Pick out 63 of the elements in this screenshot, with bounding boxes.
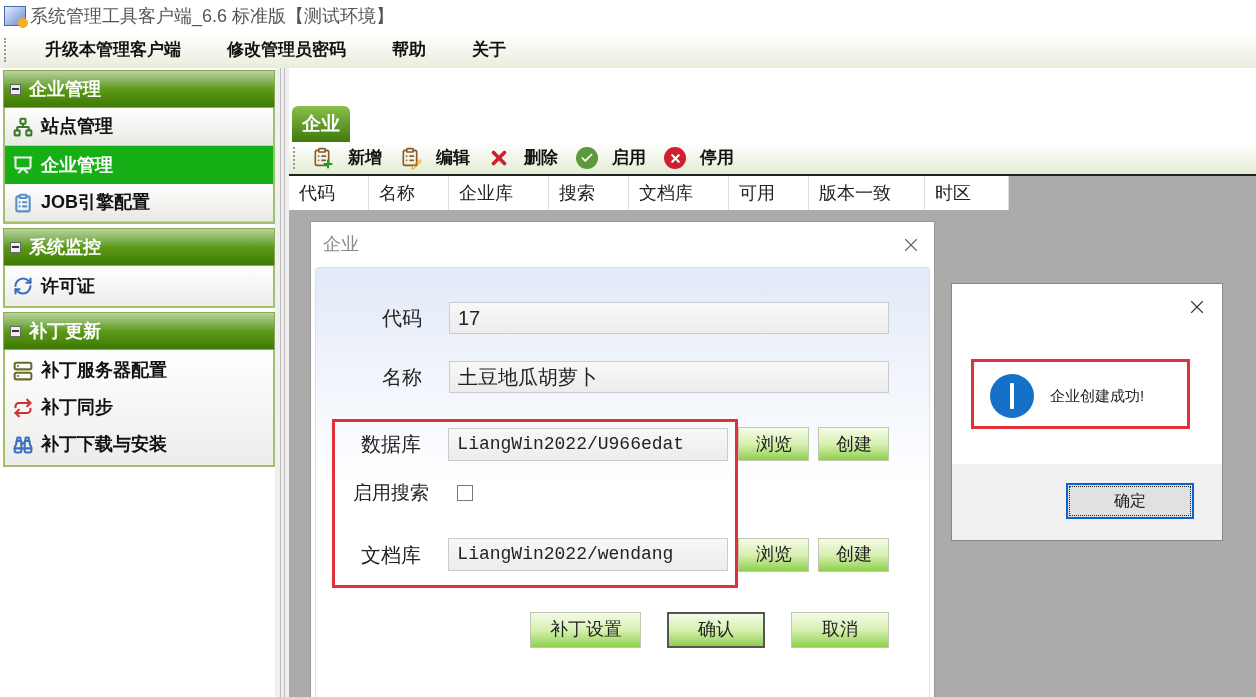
- column-header[interactable]: 可用: [729, 176, 809, 210]
- clipboard-edit-icon: [400, 146, 422, 170]
- field-label: 数据库: [360, 432, 423, 457]
- menu-item[interactable]: 帮助: [392, 37, 426, 63]
- checkbox[interactable]: [457, 485, 473, 502]
- sidebar-item[interactable]: 补丁同步: [5, 389, 273, 426]
- ok-button[interactable]: 确定: [1066, 483, 1194, 519]
- collapse-icon: [10, 83, 21, 95]
- toolbar-button[interactable]: 启用: [612, 145, 646, 171]
- clipboard-add-icon: [312, 146, 334, 170]
- field-label: 名称: [381, 365, 423, 390]
- field-button[interactable]: 创建: [818, 537, 889, 572]
- stop-icon: [664, 147, 686, 169]
- column-header[interactable]: 时区: [925, 176, 1009, 210]
- group-title: 企业管理: [29, 77, 101, 101]
- input-field[interactable]: 土豆地瓜胡萝卜: [449, 361, 889, 393]
- message-text: 企业创建成功!: [1050, 385, 1145, 406]
- refresh-icon: [13, 276, 33, 296]
- menu-item[interactable]: 升级本管理客户端: [45, 37, 181, 63]
- column-header[interactable]: 代码: [289, 176, 369, 210]
- column-header[interactable]: 名称: [369, 176, 449, 210]
- sidebar-item[interactable]: 补丁服务器配置: [5, 352, 273, 389]
- presentation-board-icon: [13, 155, 33, 175]
- group-title: 系统监控: [29, 235, 101, 259]
- collapse-icon: [10, 241, 21, 253]
- window-title: 系统管理工具客户端_6.6 标准版【测试环境】: [30, 4, 395, 29]
- field-button[interactable]: 浏览: [738, 427, 809, 461]
- grip-icon: [4, 38, 7, 62]
- column-header[interactable]: 企业库: [449, 176, 549, 210]
- dialog-button[interactable]: 取消: [791, 611, 889, 648]
- sync-arrows-icon: [13, 397, 33, 418]
- input-field[interactable]: LiangWin2022/wendang: [448, 538, 728, 571]
- group-title: 补丁更新: [29, 319, 101, 343]
- input-field[interactable]: 17: [449, 302, 889, 334]
- toolbar-button[interactable]: 删除: [524, 145, 558, 171]
- column-header[interactable]: 文档库: [629, 176, 729, 210]
- dialog-button[interactable]: 确认: [667, 611, 765, 648]
- document-tray-icon: [13, 192, 33, 213]
- toolbar-button[interactable]: 新增: [348, 145, 382, 171]
- binoculars-icon: [13, 434, 33, 455]
- input-field[interactable]: LiangWin2022/U966edat: [448, 427, 728, 461]
- dialog-title: 企业: [323, 233, 359, 256]
- app-icon: [4, 6, 26, 26]
- toolbar-button[interactable]: 编辑: [436, 145, 470, 171]
- check-icon: [576, 147, 598, 169]
- field-label: 启用搜索: [352, 481, 430, 505]
- column-header[interactable]: 搜索: [549, 176, 629, 210]
- toolbar-button[interactable]: 停用: [700, 145, 734, 171]
- grip-icon: [293, 147, 296, 169]
- sidebar-item[interactable]: 补丁下载与安装: [5, 426, 273, 463]
- field-label: 文档库: [360, 542, 423, 568]
- field-button[interactable]: 浏览: [738, 537, 809, 572]
- menu-item[interactable]: 修改管理员密码: [227, 37, 346, 63]
- field-button[interactable]: 创建: [818, 427, 889, 461]
- column-header[interactable]: 版本一致: [809, 176, 925, 210]
- menu-item[interactable]: 关于: [472, 37, 506, 63]
- collapse-icon: [10, 325, 21, 337]
- sitemap-icon: [13, 116, 33, 137]
- field-label: 代码: [381, 306, 423, 331]
- server-icon: [13, 360, 33, 381]
- sidebar-item[interactable]: JOB引擎配置: [5, 184, 273, 222]
- info-icon: [990, 374, 1034, 418]
- dialog-button[interactable]: 补丁设置: [530, 611, 641, 648]
